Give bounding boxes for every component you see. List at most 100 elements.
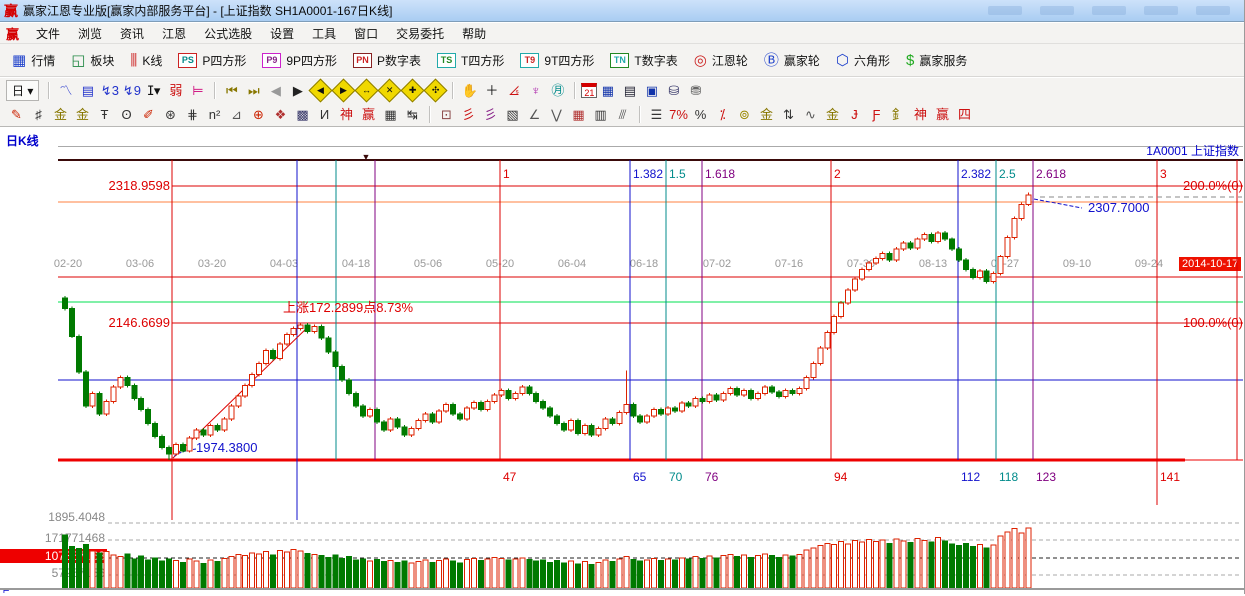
menu-item-9[interactable]: 交易委托 [387, 25, 453, 43]
candle-body [929, 234, 934, 241]
candle-body [63, 298, 68, 308]
span-arrows-icon[interactable]: ↹ [402, 105, 423, 124]
volume-profile-icon[interactable]: ⊨ [187, 81, 208, 100]
t9-square-button[interactable]: T99T四方形 [514, 49, 600, 72]
shen-ray-icon[interactable]: 神 [910, 105, 931, 124]
ying-tool-icon[interactable]: 赢 [358, 105, 379, 124]
menu-item-6[interactable]: 设置 [261, 25, 303, 43]
drag-hand-icon[interactable]: ✋ [459, 81, 480, 100]
f10-info-icon[interactable]: ▤ [77, 81, 98, 100]
kline-button[interactable]: ⫼K线 [124, 49, 168, 72]
wave-mark-icon[interactable]: И [314, 105, 335, 124]
gold-angle-icon[interactable]: 金 [822, 105, 843, 124]
percent-strike-icon[interactable]: 7% [668, 105, 689, 124]
p9-square-button[interactable]: P99P四方形 [256, 49, 343, 72]
red-net-icon[interactable]: ▦ [568, 105, 589, 124]
circle-cycle-icon[interactable]: ⊛ [160, 105, 181, 124]
dark-net-icon[interactable]: ▥ [590, 105, 611, 124]
percent-icon[interactable]: % [690, 105, 711, 124]
band-wave-icon[interactable]: ∿ [800, 105, 821, 124]
save-icon[interactable]: ▣ [641, 81, 662, 100]
ticks-icon[interactable]: ⋕ [182, 105, 203, 124]
candle-body [236, 396, 241, 406]
period-dropdown[interactable]: 日 ▾ [6, 80, 39, 101]
winner-service-button[interactable]: $赢家服务 [900, 49, 973, 72]
gold-section-icon[interactable]: 金 [50, 105, 71, 124]
zigzag-chart-icon[interactable]: 〽 [55, 81, 76, 100]
menu-item-3[interactable]: 资讯 [111, 25, 153, 43]
t-square-button[interactable]: TST四方形 [431, 49, 510, 72]
updown-candle-icon[interactable]: ⇅ [778, 105, 799, 124]
sectors-button[interactable]: ◱板块 [65, 49, 120, 72]
percent-level-icon[interactable]: ⁒ [712, 105, 733, 124]
remote-pc-icon[interactable]: ⛃ [685, 81, 706, 100]
level-bars-icon[interactable]: ☰ [646, 105, 667, 124]
ying-ray-icon[interactable]: 赢 [932, 105, 953, 124]
diamond-cross-icon[interactable]: ✚ [401, 78, 425, 102]
quotes-button[interactable]: ▦行情 [6, 49, 61, 72]
candle-body [409, 428, 414, 434]
menu-item-8[interactable]: 窗口 [345, 25, 387, 43]
p-square-button[interactable]: PSP四方形 [172, 49, 252, 72]
shade-fan-icon[interactable]: ▧ [502, 105, 523, 124]
wave-9-icon[interactable]: ↯9 [121, 81, 142, 100]
p-number-button[interactable]: PNP数字表 [347, 49, 427, 72]
angle-measure-icon[interactable]: ⦞ [503, 81, 524, 100]
smart-brain-icon[interactable]: ㊊ [547, 81, 568, 100]
gold-section2-icon[interactable]: 金 [72, 105, 93, 124]
angle-lines-icon[interactable]: ∠ [524, 105, 545, 124]
diamond-right-icon[interactable]: ▶ [332, 78, 356, 102]
diamond-x-icon[interactable]: ✕ [378, 78, 402, 102]
gold-circle-icon[interactable]: ⊚ [734, 105, 755, 124]
last-page-icon[interactable]: ⏭ [243, 81, 264, 100]
winner-wheel-button[interactable]: Ⓑ赢家轮 [758, 49, 826, 72]
red-grid-char-icon[interactable]: 弱 [165, 81, 186, 100]
gold-level-icon[interactable]: 金 [756, 105, 777, 124]
spiral-icon[interactable]: ʘ [116, 105, 137, 124]
red-pencil-icon[interactable]: ✐ [138, 105, 159, 124]
gann-wheel-button[interactable]: ◎江恩轮 [688, 49, 754, 72]
n-square-icon[interactable]: n² [204, 105, 225, 124]
menu-item-1[interactable]: 文件 [27, 25, 69, 43]
triangle-ruler-icon[interactable]: ⊿ [226, 105, 247, 124]
net-sync-icon[interactable]: ⛁ [663, 81, 684, 100]
diamond-h-expand-icon[interactable]: ↔ [355, 78, 379, 102]
notebook-icon[interactable]: ▤ [619, 81, 640, 100]
zigzag-wave-icon[interactable]: ⋁ [546, 105, 567, 124]
calendar-icon[interactable]: 21 [581, 83, 597, 98]
circle-target-icon[interactable]: ⊕ [248, 105, 269, 124]
purple-fan-icon[interactable]: 彡 [480, 105, 501, 124]
j-line-icon[interactable]: Ɉ [844, 105, 865, 124]
first-page-icon[interactable]: ⏮ [221, 81, 242, 100]
wave-3-icon[interactable]: ↯3 [99, 81, 120, 100]
menu-item-2[interactable]: 浏览 [69, 25, 111, 43]
t-number-button[interactable]: TNT数字表 [604, 49, 683, 72]
menu-item-7[interactable]: 工具 [303, 25, 345, 43]
f-line-icon[interactable]: Ƒ [866, 105, 887, 124]
menu-item-10[interactable]: 帮助 [453, 25, 495, 43]
grid-123-icon[interactable]: ▦ [380, 105, 401, 124]
menu-item-4[interactable]: 江恩 [153, 25, 195, 43]
calculator-icon[interactable]: ▦ [597, 81, 618, 100]
star-web-icon[interactable]: ❖ [270, 105, 291, 124]
diamond-all-icon[interactable]: ✣ [424, 78, 448, 102]
box-select-icon[interactable]: ⊡ [436, 105, 457, 124]
crosshair-icon[interactable]: ＋ [481, 81, 502, 100]
red-fan-icon[interactable]: 彡 [458, 105, 479, 124]
shen-tool-icon[interactable]: 神 [336, 105, 357, 124]
volume-bar [991, 545, 996, 588]
purple-tool-icon[interactable]: ♆ [525, 81, 546, 100]
triple-slash-icon[interactable]: ⫻ [612, 105, 633, 124]
hexagon-button[interactable]: ⬡六角形 [830, 49, 896, 72]
si-ray-icon[interactable]: 四 [954, 105, 975, 124]
f-levels-icon[interactable]: Ŧ [94, 105, 115, 124]
next-bar-icon[interactable]: ▶ [287, 81, 308, 100]
candle-style-dropdown[interactable]: ⵊ▾ [143, 81, 164, 100]
diamond-left-icon[interactable]: ◀ [309, 78, 333, 102]
pencil-tool-icon[interactable]: ✎ [6, 105, 27, 124]
prev-bar-icon[interactable]: ◀ [265, 81, 286, 100]
menu-item-5[interactable]: 公式选股 [195, 25, 261, 43]
web-grid-icon[interactable]: ▩ [292, 105, 313, 124]
gann-ticks-icon[interactable]: ♯ [28, 105, 49, 124]
gold-ray-icon[interactable]: 釒 [888, 105, 909, 124]
